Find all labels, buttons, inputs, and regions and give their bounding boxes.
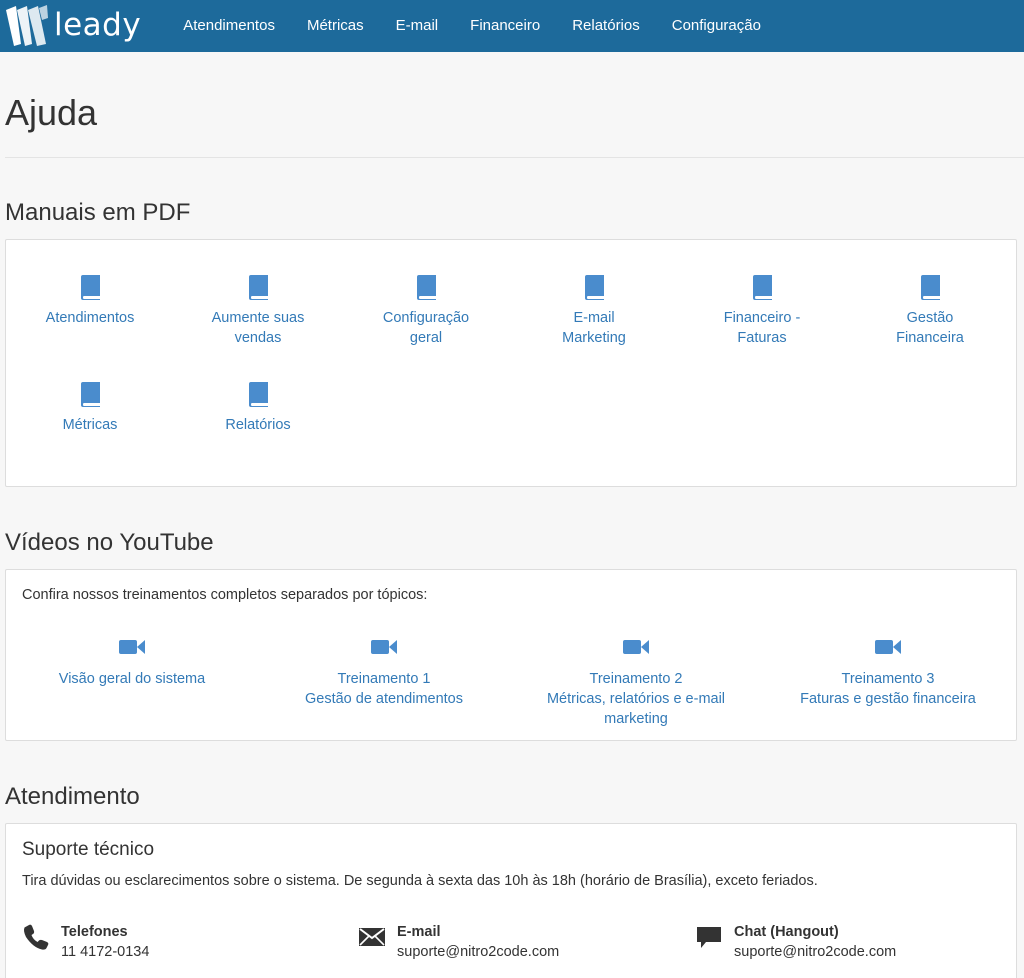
video-label: Treinamento 1: [337, 671, 431, 687]
manuals-section-title: Manuais em PDF: [5, 199, 191, 226]
leady-logo-icon: [6, 5, 48, 46]
manual-label: Atendimentos: [45, 310, 135, 326]
nav-relatorios[interactable]: Relatórios: [556, 0, 656, 52]
video-camera-icon: [875, 640, 901, 654]
contact-chat: Chat (Hangout) suporte@nitro2code.com: [695, 922, 896, 962]
manual-label: geral: [409, 330, 443, 346]
nav-atendimentos[interactable]: Atendimentos: [167, 0, 291, 52]
manual-aumente-vendas-link[interactable]: Aumente suas vendas: [174, 274, 342, 348]
nav-configuracao[interactable]: Configuração: [656, 0, 777, 52]
contact-value[interactable]: suporte@nitro2code.com: [734, 942, 896, 962]
videos-section-title: Vídeos no YouTube: [5, 529, 214, 556]
video-label: Treinamento 2: [589, 671, 683, 687]
video-treinamento-1-link[interactable]: Treinamento 1 Gestão de atendimentos: [258, 637, 510, 709]
brand-logo[interactable]: leady: [6, 0, 141, 52]
support-subtitle: Suporte técnico: [22, 839, 155, 860]
video-label: Gestão de atendimentos: [305, 691, 463, 707]
support-panel: Suporte técnico Tira dúvidas ou esclarec…: [5, 823, 1017, 978]
chat-icon: [697, 927, 721, 948]
top-navbar: leady Atendimentos Métricas E-mail Finan…: [0, 0, 1024, 52]
support-section-title: Atendimento: [5, 783, 140, 810]
manual-configuracao-link[interactable]: Configuração geral: [342, 274, 510, 348]
title-divider: [5, 157, 1024, 158]
manual-atendimentos-link[interactable]: Atendimentos: [6, 274, 174, 328]
video-treinamento-2-link[interactable]: Treinamento 2 Métricas, relatórios e e-m…: [510, 637, 762, 729]
video-camera-icon: [371, 640, 397, 654]
page-title: Ajuda: [5, 92, 98, 133]
videos-intro: Confira nossos treinamentos completos se…: [22, 587, 428, 603]
contact-label: Telefones: [61, 924, 128, 940]
book-icon: [81, 382, 100, 407]
manual-label: Aumente suas: [211, 310, 305, 326]
envelope-icon: [359, 928, 385, 946]
videos-panel: Confira nossos treinamentos completos se…: [5, 569, 1017, 741]
manual-label: E-mail: [573, 310, 615, 326]
video-label: Métricas, relatórios e e-mail: [546, 691, 726, 707]
book-icon: [753, 275, 772, 300]
video-camera-icon: [623, 640, 649, 654]
contact-label: Chat (Hangout): [734, 924, 839, 940]
contact-phone: Telefones 11 4172-0134: [22, 922, 149, 962]
video-label: marketing: [604, 711, 668, 727]
contact-label: E-mail: [397, 924, 441, 940]
manual-label: Métricas: [62, 417, 118, 433]
book-icon: [417, 275, 436, 300]
nav-financeiro[interactable]: Financeiro: [454, 0, 556, 52]
main-nav: Atendimentos Métricas E-mail Financeiro …: [167, 0, 777, 52]
book-icon: [921, 275, 940, 300]
contact-email: E-mail suporte@nitro2code.com: [358, 922, 559, 962]
manual-label: Gestão: [906, 310, 954, 326]
manual-gestao-financeira-link[interactable]: Gestão Financeira: [846, 274, 1014, 348]
manual-metricas-link[interactable]: Métricas: [6, 381, 174, 435]
manual-label: Marketing: [562, 330, 626, 346]
contact-value[interactable]: suporte@nitro2code.com: [397, 942, 559, 962]
book-icon: [585, 275, 604, 300]
manual-email-marketing-link[interactable]: E-mail Marketing: [510, 274, 678, 348]
video-visao-geral-link[interactable]: Visão geral do sistema: [6, 637, 258, 689]
manuals-panel: Atendimentos Aumente suas vendas Configu…: [5, 239, 1017, 487]
manual-label: vendas: [234, 330, 282, 346]
manual-label: Relatórios: [225, 417, 291, 433]
manual-label: Configuração: [382, 310, 470, 326]
phone-icon: [24, 924, 49, 950]
support-description: Tira dúvidas ou esclarecimentos sobre o …: [22, 873, 818, 889]
video-label: Faturas e gestão financeira: [800, 691, 976, 707]
book-icon: [81, 275, 100, 300]
book-icon: [249, 382, 268, 407]
contact-value[interactable]: 11 4172-0134: [61, 942, 149, 962]
manual-label: Financeira: [896, 330, 964, 346]
manual-relatorios-link[interactable]: Relatórios: [174, 381, 342, 435]
nav-metricas[interactable]: Métricas: [291, 0, 380, 52]
manual-label: Financeiro -: [723, 310, 801, 326]
video-camera-icon: [119, 640, 145, 654]
manual-financeiro-faturas-link[interactable]: Financeiro - Faturas: [678, 274, 846, 348]
brand-name: leady: [54, 7, 142, 43]
video-label: Treinamento 3: [841, 671, 935, 687]
nav-email[interactable]: E-mail: [380, 0, 455, 52]
book-icon: [249, 275, 268, 300]
video-label: Visão geral do sistema: [58, 671, 206, 687]
video-treinamento-3-link[interactable]: Treinamento 3 Faturas e gestão financeir…: [762, 637, 1014, 709]
manual-label: Faturas: [737, 330, 787, 346]
